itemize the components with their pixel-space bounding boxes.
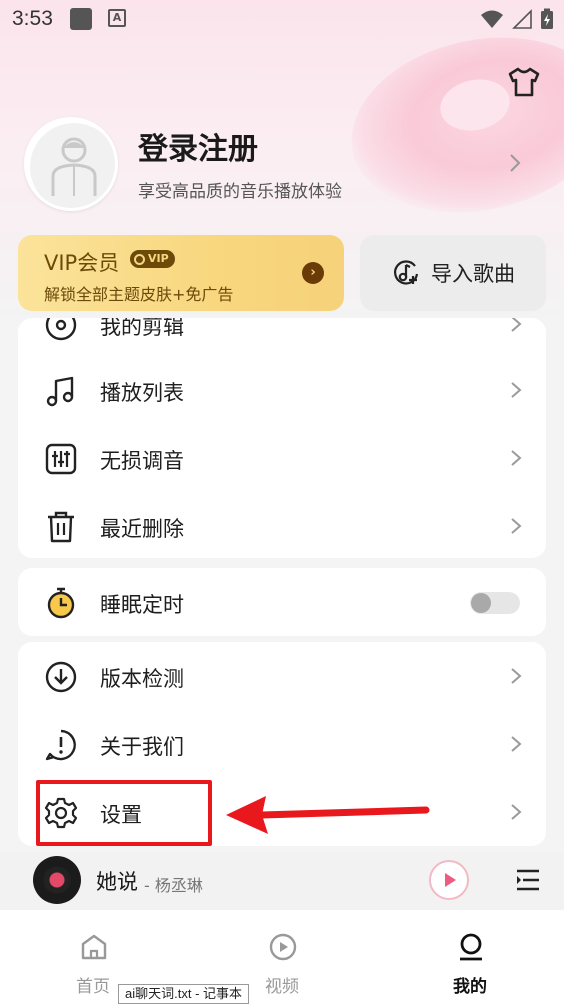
toggle-knob bbox=[471, 593, 491, 613]
status-icons bbox=[480, 8, 554, 30]
vip-badge-label: VIP bbox=[148, 252, 169, 265]
vip-card[interactable]: VIP会员 VIP 解锁全部主题皮肤+免广告 › bbox=[18, 235, 344, 311]
keyboard-notification-icon: A bbox=[108, 9, 126, 27]
menu-item-lossless-eq[interactable]: 无损调音 bbox=[18, 424, 546, 492]
vip-badge: VIP bbox=[130, 250, 175, 268]
menu-card-library: 我的剪辑 播放列表 无损调音 最近删除 bbox=[18, 318, 546, 558]
tab-mine[interactable]: 我的 bbox=[410, 910, 530, 1004]
status-time: 3:53 bbox=[12, 7, 53, 30]
chevron-right-icon bbox=[511, 382, 522, 398]
notification-icon bbox=[70, 8, 92, 30]
chevron-right-icon bbox=[511, 668, 522, 684]
tab-label: 我的 bbox=[453, 977, 487, 997]
playlist-icon[interactable] bbox=[515, 868, 541, 892]
menu-item-label: 版本检测 bbox=[100, 667, 184, 691]
menu-item-clips[interactable]: 我的剪辑 bbox=[18, 318, 546, 358]
shirt-icon[interactable] bbox=[507, 66, 541, 98]
wifi-icon bbox=[481, 10, 503, 28]
chevron-right-icon: › bbox=[302, 262, 324, 284]
music-note-icon bbox=[46, 376, 74, 407]
home-icon bbox=[81, 934, 107, 960]
chevron-right-icon bbox=[511, 450, 522, 466]
bottom-tab-bar: 首页 视频 我的 bbox=[0, 910, 564, 1004]
download-circle-icon bbox=[45, 661, 77, 693]
play-circle-icon bbox=[269, 933, 297, 961]
vip-subtitle: 解锁全部主题皮肤+免广告 bbox=[44, 285, 234, 304]
stopwatch-icon bbox=[47, 587, 75, 619]
trash-icon bbox=[48, 511, 74, 543]
menu-item-label: 睡眠定时 bbox=[100, 593, 184, 617]
vip-badge-dot-icon bbox=[134, 253, 145, 265]
menu-item-version-check[interactable]: 版本检测 bbox=[18, 642, 546, 710]
chevron-right-icon bbox=[511, 518, 522, 534]
window-tooltip: ai聊天词.txt - 记事本 bbox=[118, 984, 250, 1004]
chevron-right-icon bbox=[511, 318, 522, 332]
login-subtitle: 享受高品质的音乐播放体验 bbox=[138, 182, 342, 202]
mini-player[interactable]: 她说 - 杨丞琳 bbox=[0, 852, 564, 910]
chevron-right-icon[interactable] bbox=[508, 153, 522, 173]
equalizer-icon bbox=[45, 443, 77, 475]
menu-item-label: 无损调音 bbox=[100, 449, 184, 473]
sleep-timer-toggle[interactable] bbox=[470, 592, 520, 614]
profile-icon bbox=[460, 933, 482, 961]
play-button[interactable] bbox=[429, 860, 469, 900]
disc-icon bbox=[45, 318, 77, 341]
menu-card-sleep-timer: 睡眠定时 bbox=[18, 568, 546, 636]
play-icon bbox=[445, 873, 456, 887]
menu-item-label: 最近删除 bbox=[100, 517, 184, 541]
import-songs-button[interactable]: 导入歌曲 bbox=[360, 235, 546, 311]
avatar[interactable] bbox=[24, 117, 118, 211]
signal-icon bbox=[512, 9, 532, 29]
chevron-right-icon bbox=[511, 736, 522, 752]
import-songs-label: 导入歌曲 bbox=[431, 262, 515, 286]
menu-item-sleep-timer[interactable]: 睡眠定时 bbox=[18, 568, 546, 636]
menu-item-label: 我的剪辑 bbox=[100, 318, 184, 339]
import-music-icon bbox=[394, 260, 419, 285]
vinyl-disc-icon bbox=[33, 856, 81, 904]
menu-item-label: 关于我们 bbox=[100, 735, 184, 759]
song-title: 她说 bbox=[96, 870, 138, 894]
menu-item-playlists[interactable]: 播放列表 bbox=[18, 356, 546, 424]
vip-title: VIP会员 bbox=[44, 251, 120, 275]
menu-item-label: 播放列表 bbox=[100, 381, 184, 405]
menu-item-recently-deleted[interactable]: 最近删除 bbox=[18, 492, 546, 558]
song-artist: - 杨丞琳 bbox=[144, 876, 203, 895]
login-title[interactable]: 登录注册 bbox=[138, 124, 258, 168]
menu-item-about-us[interactable]: 关于我们 bbox=[18, 710, 546, 778]
annotation-highlight-box bbox=[36, 780, 212, 846]
status-bar: 3:53 A bbox=[0, 0, 564, 38]
chevron-right-icon bbox=[511, 804, 522, 820]
info-circle-icon bbox=[45, 729, 76, 761]
battery-icon bbox=[541, 8, 553, 29]
annotation-arrow-icon bbox=[226, 796, 430, 834]
